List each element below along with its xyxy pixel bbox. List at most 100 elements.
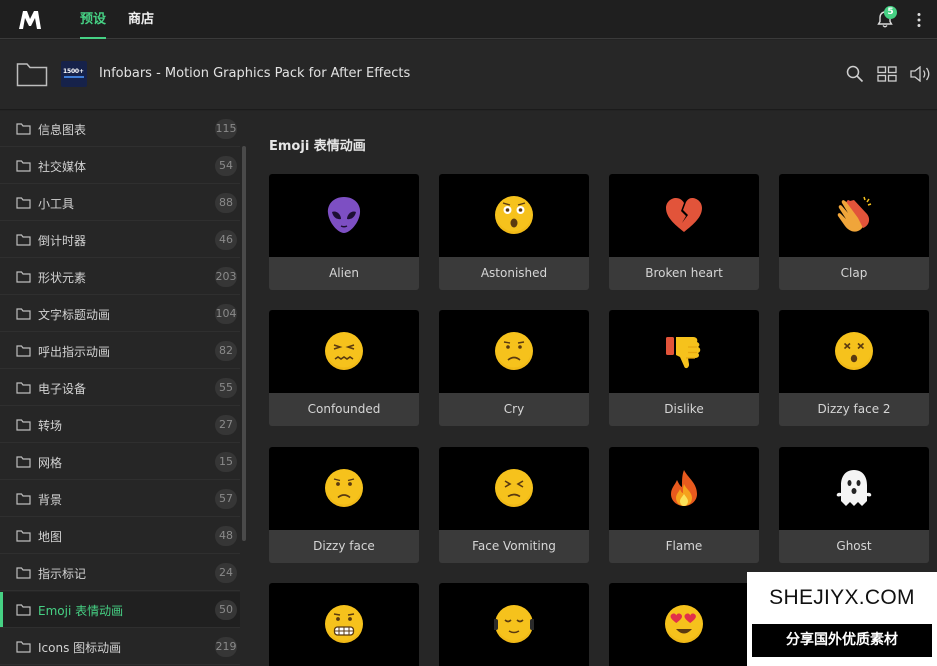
preset-preview[interactable] (269, 583, 419, 666)
preset-card[interactable] (269, 583, 419, 666)
notification-badge: 5 (884, 6, 897, 19)
sidebar-item[interactable]: 背景 57 (0, 481, 240, 517)
preset-card[interactable] (609, 583, 759, 666)
preset-card[interactable]: Dizzy face 2 (779, 310, 929, 426)
sidebar-item-count: 24 (215, 563, 237, 583)
sidebar-item-count: 219 (215, 637, 237, 657)
sidebar-item[interactable]: 网格 15 (0, 444, 240, 480)
preset-card[interactable]: Clap (779, 174, 929, 290)
sidebar-item-label: 电子设备 (38, 382, 87, 396)
preset-name: Astonished (480, 266, 548, 280)
sidebar-item-count: 46 (215, 230, 237, 250)
preset-preview[interactable] (269, 174, 419, 257)
sidebar-item[interactable]: 指示标记 24 (0, 555, 240, 591)
preset-preview[interactable] (609, 310, 759, 393)
sidebar-item[interactable]: 地图 48 (0, 518, 240, 554)
preset-preview[interactable] (269, 447, 419, 530)
preset-preview[interactable] (439, 583, 589, 666)
preset-card[interactable]: Ghost (779, 447, 929, 563)
preset-card[interactable]: Face Vomiting (439, 447, 589, 563)
preset-card[interactable]: Flame (609, 447, 759, 563)
sidebar-item-count: 115 (215, 119, 237, 139)
folder-icon (16, 530, 31, 542)
sidebar-item-label: 背景 (38, 493, 63, 507)
search-icon[interactable] (846, 65, 864, 83)
sidebar-item[interactable]: 文字标题动画 104 (0, 296, 240, 332)
preset-preview[interactable] (779, 310, 929, 393)
ghost-icon (836, 470, 872, 506)
flame-icon (671, 470, 697, 506)
preset-preview[interactable] (779, 174, 929, 257)
sidebar-item[interactable]: 信息图表 115 (0, 111, 240, 147)
frowning-face-icon (325, 469, 363, 507)
sidebar-item[interactable]: 小工具 88 (0, 185, 240, 221)
preset-preview[interactable] (609, 447, 759, 530)
sidebar-item-count: 27 (215, 415, 237, 435)
folder-icon (16, 604, 31, 616)
pack-thumbnail-text: 1500+ (63, 68, 84, 75)
pack-thumbnail[interactable]: 1500+ (61, 61, 87, 87)
preset-card[interactable]: Astonished (439, 174, 589, 290)
alien-icon (327, 197, 361, 233)
sidebar-item-label: 转场 (38, 419, 63, 433)
preset-preview[interactable] (439, 174, 589, 257)
preset-name: Flame (665, 539, 703, 553)
sidebar-item-label: 小工具 (38, 197, 75, 211)
sidebar-item-count: 15 (215, 452, 237, 472)
sidebar-item-count: 55 (215, 378, 237, 398)
sidebar-item[interactable]: 倒计时器 46 (0, 222, 240, 258)
grid-view-icon[interactable] (877, 66, 897, 82)
preset-card[interactable]: Dizzy face (269, 447, 419, 563)
sidebar-item-label: Icons 图标动画 (38, 641, 122, 655)
preset-name: Ghost (836, 539, 872, 553)
app-logo-icon[interactable] (18, 9, 42, 30)
sidebar-item-count: 104 (215, 304, 237, 324)
sidebar-item[interactable]: Emoji 表情动画 50 (0, 592, 240, 628)
folder-icon (16, 641, 31, 653)
preset-name: Dizzy face (313, 539, 375, 553)
sidebar-item-label: 社交媒体 (38, 160, 87, 174)
sidebar-item[interactable]: 电子设备 55 (0, 370, 240, 406)
tab-presets[interactable]: 预设 (80, 0, 107, 39)
preset-preview[interactable] (609, 174, 759, 257)
tab-store[interactable]: 商店 (128, 0, 154, 39)
clap-icon (837, 196, 872, 232)
preset-name: Cry (503, 402, 525, 416)
sound-icon[interactable] (910, 66, 932, 82)
preset-card[interactable]: Dislike (609, 310, 759, 426)
preset-preview[interactable] (609, 583, 759, 666)
watermark-tagline: 分享国外优质素材 (752, 624, 932, 657)
preset-card[interactable] (439, 583, 589, 666)
folder-icon (16, 197, 31, 209)
sidebar-scrollbar[interactable] (242, 146, 246, 541)
sidebar-item-label: 指示标记 (38, 567, 87, 581)
folder-icon (16, 160, 31, 172)
sidebar-item-count: 88 (215, 193, 237, 213)
preset-card[interactable]: Alien (269, 174, 419, 290)
folder-icon[interactable] (16, 61, 48, 87)
cry-face-icon (495, 332, 533, 370)
folder-icon (16, 493, 31, 505)
heart-eyes-face-icon (665, 605, 703, 643)
sidebar-item-count: 54 (215, 156, 237, 176)
preset-preview[interactable] (439, 310, 589, 393)
squint-face-icon (495, 469, 533, 507)
sidebar-item[interactable]: 转场 27 (0, 407, 240, 443)
sidebar-item[interactable]: 形状元素 203 (0, 259, 240, 295)
sidebar-item[interactable]: 社交媒体 54 (0, 148, 240, 184)
sidebar-item-label: 形状元素 (38, 271, 87, 285)
thumbs-down-icon (666, 337, 701, 369)
sidebar-item[interactable]: Icons 图标动画 219 (0, 629, 240, 665)
folder-icon (16, 567, 31, 579)
preset-preview[interactable] (269, 310, 419, 393)
folder-icon (16, 456, 31, 468)
preset-name: Confounded (307, 402, 381, 416)
preset-card[interactable]: Broken heart (609, 174, 759, 290)
preset-card[interactable]: Confounded (269, 310, 419, 426)
sidebar-item[interactable]: 呼出指示动画 82 (0, 333, 240, 369)
preset-preview[interactable] (439, 447, 589, 530)
pack-title: Infobars - Motion Graphics Pack for Afte… (99, 66, 411, 81)
preset-preview[interactable] (779, 447, 929, 530)
more-options-icon[interactable] (916, 12, 922, 28)
preset-card[interactable]: Cry (439, 310, 589, 426)
